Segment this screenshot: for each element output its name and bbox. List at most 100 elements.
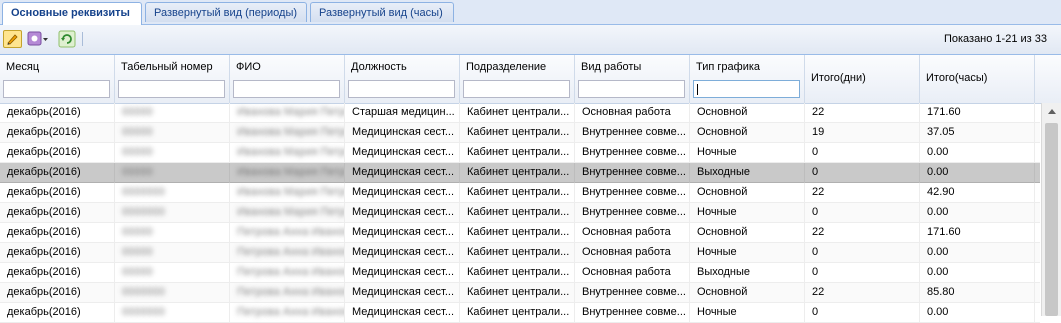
cell-position: Медицинская сест... (345, 123, 460, 143)
cell-fio-text: Петрова Анна Ивановна (237, 286, 344, 298)
cell-position-text: Медицинская сест... (352, 246, 455, 258)
cell-position: Медицинская сест... (345, 263, 460, 283)
filter-schedule-type-input[interactable] (693, 80, 800, 98)
cell-tab-number: 00000 (115, 243, 230, 263)
scrollbar-thumb[interactable] (1045, 123, 1058, 316)
cell-total-days-text: 19 (812, 126, 825, 138)
cell-position: Медицинская сест... (345, 223, 460, 243)
cell-total-days-text: 0 (812, 306, 819, 318)
cell-department-text: Кабинет централи... (467, 246, 570, 258)
tab-expanded-hours[interactable]: Развернутый вид (часы) (310, 2, 454, 22)
tab-main-details[interactable]: Основные реквизиты (2, 2, 142, 25)
cell-total-days: 0 (805, 163, 920, 183)
filter-fio-input[interactable] (233, 80, 340, 98)
cell-department: Кабинет централи... (460, 283, 575, 303)
cell-month-text: декабрь(2016) (7, 106, 81, 118)
cell-department: Кабинет централи... (460, 163, 575, 183)
cell-total-hours-text: 171.60 (927, 106, 961, 118)
edit-button[interactable] (3, 30, 22, 48)
table-row[interactable]: декабрь(2016) 0000000 Иванова Мария Петров… (0, 203, 1040, 223)
cell-total-days: 22 (805, 103, 920, 123)
column-header-work-type[interactable]: Вид работы (575, 55, 690, 103)
cell-schedule-type-text: Выходные (697, 166, 751, 178)
cell-month: декабрь(2016) (0, 143, 115, 163)
cell-department: Кабинет централи... (460, 143, 575, 163)
cell-department-text: Кабинет централи... (467, 286, 570, 298)
filter-month-input[interactable] (3, 80, 110, 98)
gear-dropdown-icon (27, 31, 48, 46)
cell-fio-text: Иванова Мария Петровна (237, 186, 345, 198)
cell-total-days: 0 (805, 143, 920, 163)
table-row[interactable]: декабрь(2016) 00000 Иванова Мария Петровна… (0, 163, 1040, 183)
cell-schedule-type-text: Ночные (697, 206, 737, 218)
cell-schedule-type: Ночные (690, 203, 805, 223)
cell-tab-number-text: 00000 (122, 246, 153, 258)
cell-total-days: 22 (805, 183, 920, 203)
cell-work-type: Основная работа (575, 263, 690, 283)
cell-work-type-text: Внутреннее совме... (582, 146, 686, 158)
table-row[interactable]: декабрь(2016) 00000 Петрова Анна Ивановна М… (0, 243, 1040, 263)
column-header-total-days[interactable]: Итого(дни) (805, 55, 920, 103)
cell-position-text: Медицинская сест... (352, 166, 455, 178)
vertical-scrollbar[interactable] (1041, 103, 1061, 316)
cell-total-hours-text: 37.05 (927, 126, 955, 138)
cell-schedule-type-text: Ночные (697, 146, 737, 158)
column-header-fio[interactable]: ФИО (230, 55, 345, 103)
table-row[interactable]: декабрь(2016) 00000 Иванова Мария Петровна… (0, 143, 1040, 163)
column-label: Итого(дни) (811, 72, 866, 84)
pencil-icon (7, 34, 18, 45)
column-header-position[interactable]: Должность (345, 55, 460, 103)
column-header-total-hours[interactable]: Итого(часы) (920, 55, 1035, 103)
table-row[interactable]: декабрь(2016) 00000 Петрова Анна Ивановна М… (0, 223, 1040, 243)
cell-tab-number: 00000 (115, 223, 230, 243)
table-row[interactable]: декабрь(2016) 0000000 Иванова Мария Петров… (0, 183, 1040, 203)
column-header-tab-number[interactable]: Табельный номер (115, 55, 230, 103)
cell-fio-text: Петрова Анна Ивановна (237, 306, 344, 318)
cell-tab-number: 00000 (115, 143, 230, 163)
cell-department: Кабинет централи... (460, 183, 575, 203)
cell-tab-number-text: 0000000 (122, 306, 165, 318)
filter-tab-number-input[interactable] (118, 80, 225, 98)
filter-work-type-input[interactable] (578, 80, 685, 98)
grid-header: Месяц Табельный номер ФИО Должность Подр… (0, 55, 1061, 104)
column-header-department[interactable]: Подразделение (460, 55, 575, 103)
cell-position: Медицинская сест... (345, 243, 460, 263)
cell-department: Кабинет централи... (460, 223, 575, 243)
cell-schedule-type: Основной (690, 223, 805, 243)
column-label: Тип графика (696, 61, 761, 73)
filter-position-input[interactable] (348, 80, 455, 98)
cell-month: декабрь(2016) (0, 263, 115, 283)
settings-dropdown-button[interactable] (27, 30, 49, 48)
cell-fio-text: Иванова Мария Петровна (237, 146, 345, 158)
table-row[interactable]: декабрь(2016) 0000000 Петрова Анна Ивановн… (0, 303, 1040, 323)
cell-work-type: Внутреннее совме... (575, 283, 690, 303)
cell-total-hours: 0.00 (920, 263, 1035, 283)
cell-fio: Петрова Анна Ивановна (230, 223, 345, 243)
cell-schedule-type: Выходные (690, 263, 805, 283)
scroll-up-arrow-icon[interactable] (1048, 109, 1056, 114)
cell-total-hours-text: 0.00 (927, 166, 949, 178)
cell-tab-number: 00000 (115, 103, 230, 123)
cell-tab-number-text: 0000000 (122, 206, 165, 218)
cell-schedule-type: Ночные (690, 143, 805, 163)
table-row[interactable]: декабрь(2016) 00000 Петрова Анна Ивановна М… (0, 263, 1040, 283)
toolbar: Показано 1-21 из 33 (0, 25, 1061, 55)
cell-work-type-text: Внутреннее совме... (582, 126, 686, 138)
refresh-button[interactable] (58, 30, 76, 48)
cell-position: Медицинская сест... (345, 283, 460, 303)
filter-department-input[interactable] (463, 80, 570, 98)
text-caret (697, 84, 698, 95)
cell-work-type-text: Основная работа (582, 266, 671, 278)
cell-work-type-text: Внутреннее совме... (582, 306, 686, 318)
column-header-schedule-type[interactable]: Тип графика (690, 55, 805, 103)
cell-tab-number-text: 0000000 (122, 286, 165, 298)
table-row[interactable]: декабрь(2016) 0000000 Петрова Анна Ивановн… (0, 283, 1040, 303)
table-row[interactable]: декабрь(2016) 00000 Иванова Мария Петровна… (0, 123, 1040, 143)
cell-month: декабрь(2016) (0, 203, 115, 223)
cell-position-text: Медицинская сест... (352, 286, 455, 298)
column-header-month[interactable]: Месяц (0, 55, 115, 103)
table-row[interactable]: декабрь(2016) 00000 Иванова Мария Петровна… (0, 103, 1040, 123)
cell-total-hours: 0.00 (920, 143, 1035, 163)
tab-expanded-periods[interactable]: Развернутый вид (периоды) (145, 2, 307, 22)
cell-department-text: Кабинет централи... (467, 206, 570, 218)
